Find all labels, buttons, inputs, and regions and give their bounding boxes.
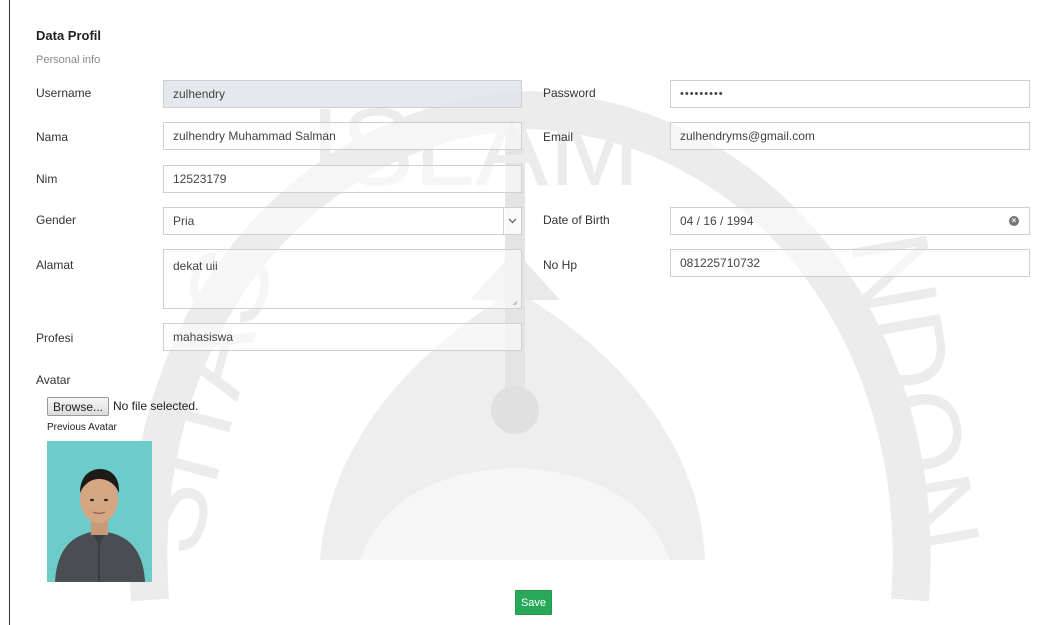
clear-date-icon[interactable]: ×: [1009, 216, 1019, 226]
dob-value: 04 / 16 / 1994: [680, 214, 754, 228]
nama-label: Nama: [36, 130, 69, 144]
alamat-label: Alamat: [36, 258, 74, 272]
alamat-textarea[interactable]: dekat uii: [163, 249, 522, 309]
alamat-value: dekat uii: [173, 259, 218, 273]
profesi-field[interactable]: mahasiswa: [163, 323, 522, 351]
gender-label: Gender: [36, 213, 77, 227]
page-subtitle: Personal info: [36, 54, 101, 66]
resize-grip-icon[interactable]: [512, 300, 518, 306]
nohp-value: 081225710732: [680, 256, 761, 270]
dob-label: Date of Birth: [543, 213, 610, 227]
email-value: zulhendryms@gmail.com: [680, 129, 815, 143]
nohp-label: No Hp: [543, 258, 578, 272]
browse-button[interactable]: Browse...: [47, 397, 109, 416]
nama-field[interactable]: zulhendry Muhammad Salman: [163, 122, 522, 150]
nim-field[interactable]: 12523179: [163, 165, 522, 193]
nohp-field[interactable]: 081225710732: [670, 249, 1030, 277]
password-value: •••••••••: [680, 88, 724, 100]
profesi-value: mahasiswa: [173, 330, 234, 344]
dob-field[interactable]: 04 / 16 / 1994 ×: [670, 207, 1030, 235]
file-status-text: No file selected.: [113, 399, 199, 413]
nama-value: zulhendry Muhammad Salman: [173, 129, 336, 143]
avatar-image: [47, 441, 152, 582]
email-field[interactable]: zulhendryms@gmail.com: [670, 122, 1030, 150]
profesi-label: Profesi: [36, 331, 74, 345]
nim-value: 12523179: [173, 172, 227, 186]
email-label: Email: [543, 130, 574, 144]
nim-label: Nim: [36, 172, 58, 186]
gender-select[interactable]: Pria: [163, 207, 522, 235]
username-label: Username: [36, 86, 92, 100]
password-label: Password: [543, 86, 596, 100]
page-title: Data Profil: [36, 28, 102, 43]
save-button[interactable]: Save: [515, 590, 552, 615]
gender-value: Pria: [173, 214, 195, 228]
username-value: zulhendry: [173, 87, 226, 101]
previous-avatar-label: Previous Avatar: [47, 422, 117, 433]
password-field[interactable]: •••••••••: [670, 80, 1030, 108]
chevron-down-icon[interactable]: [503, 208, 521, 234]
avatar-label: Avatar: [36, 373, 71, 387]
profile-form: Data Profil Personal info Username zulhe…: [0, 0, 1055, 625]
username-field[interactable]: zulhendry: [163, 80, 522, 108]
